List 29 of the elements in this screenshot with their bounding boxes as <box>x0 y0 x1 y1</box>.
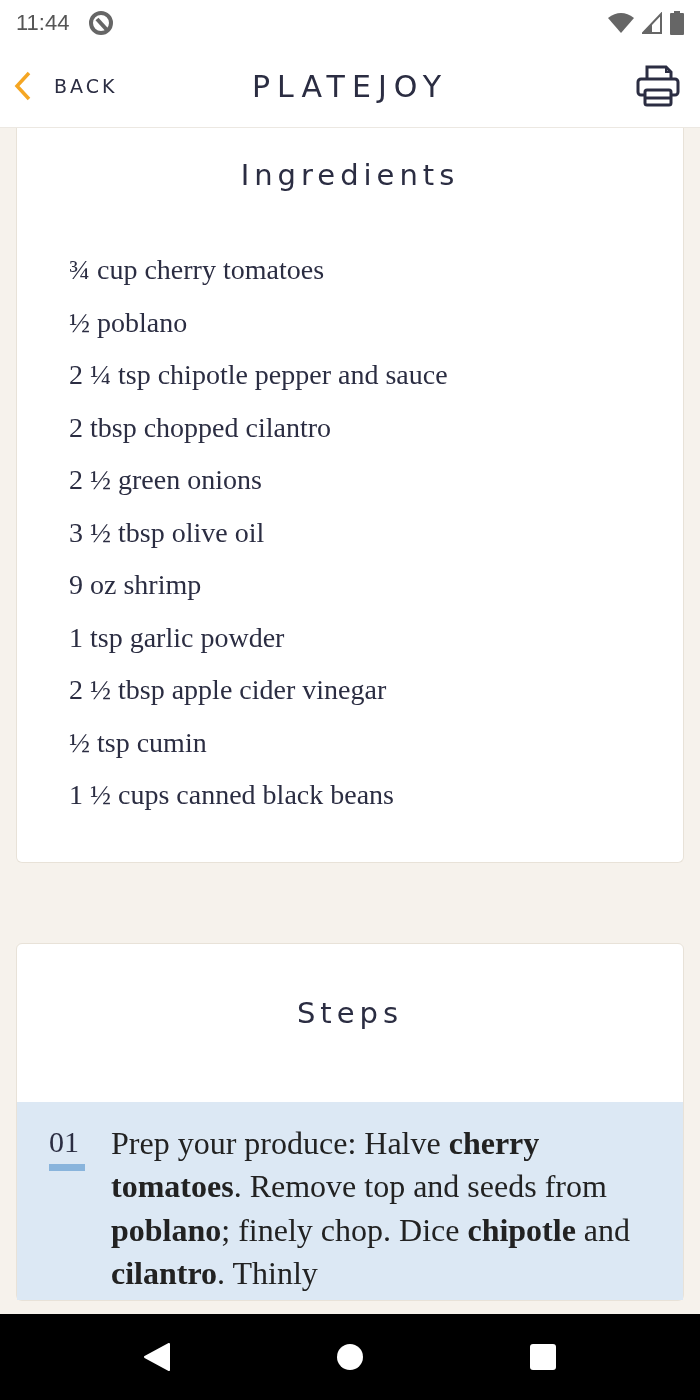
battery-icon <box>670 10 684 35</box>
chevron-icon <box>14 71 32 101</box>
back-icon[interactable] <box>142 1342 171 1372</box>
home-icon[interactable] <box>336 1343 364 1371</box>
notification-icon <box>87 8 116 37</box>
ingredient-item: 1 ½ cups canned black beans <box>69 778 395 812</box>
ingredient-item: ½ poblano <box>69 305 189 340</box>
step-number: 01 <box>49 1123 79 1160</box>
printer-icon[interactable] <box>636 65 680 107</box>
ingredient-item: 1 tsp garlic powder <box>69 620 286 655</box>
ingredient-item: ½ tsp cumin <box>69 725 208 760</box>
ingredient-item: 2 tbsp chopped cilantro <box>69 410 333 445</box>
ingredient-item: 3 ½ tbsp olive oil <box>69 515 266 550</box>
status-time: 11:44 <box>16 9 70 36</box>
wifi-icon <box>608 11 634 34</box>
step-row[interactable]: 01 Prep your produce: Halve cherry tomatoes. Remove top and seeds from poblano; finely chop. Dice chipotle and cilantro. Thinly <box>17 1101 683 1300</box>
back-button[interactable]: BACK <box>14 71 118 101</box>
section-title: Ingredients <box>239 158 461 192</box>
ingredient-item: 2 ½ green onions <box>69 463 263 497</box>
ingredient-item: 2 ¼ tsp chipotle pepper and sauce <box>69 358 449 392</box>
section-title: Steps <box>295 995 405 1030</box>
step-text: Prep your produce: Halve cherry tomatoes. Remove top and seeds from poblano; finely chop. Dice chipotle and cilantro. Thinly <box>111 1123 632 1293</box>
logo: PLATEJOY <box>251 68 449 104</box>
ingredient-item: 2 ½ tbsp apple cider vinegar <box>69 673 388 707</box>
ingredient-item: ¾ cup cherry tomatoes <box>69 253 326 287</box>
step-underline <box>49 1163 85 1171</box>
ingredient-item: 9 oz shrimp <box>69 568 203 602</box>
recents-icon[interactable] <box>529 1343 558 1371</box>
signal-icon <box>642 11 662 34</box>
